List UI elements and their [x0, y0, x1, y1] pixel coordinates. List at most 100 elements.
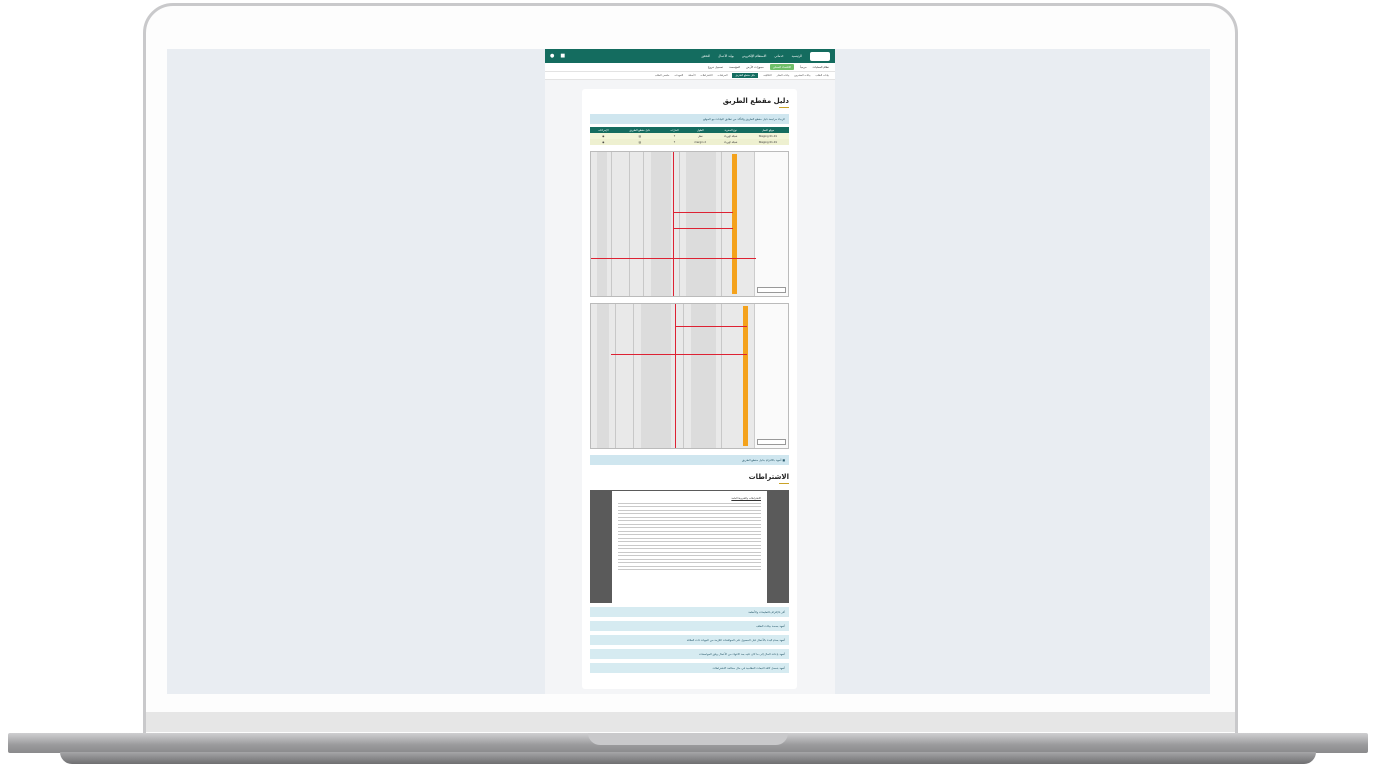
pdf-page: الاشتراطات والشروط العامة — [612, 491, 767, 603]
excavation-strip — [743, 306, 748, 446]
pdf-text-line — [618, 513, 761, 514]
section-title: دليل مقطع الطريق — [722, 97, 789, 105]
pdf-text-line — [618, 537, 761, 539]
road-section-diagram-1 — [590, 151, 789, 297]
nav-item[interactable]: بوابة الأعمال — [718, 54, 734, 58]
tab[interactable]: بيانات العقار — [777, 74, 790, 77]
nav-item[interactable]: الرئيسية — [792, 54, 802, 58]
diagram-legend — [754, 152, 788, 296]
tab[interactable]: التعهدات — [674, 74, 683, 77]
legend-box — [757, 439, 786, 445]
dimension-line — [611, 354, 747, 355]
grid-line — [615, 304, 616, 448]
terms-accordion-item[interactable]: أقر بالإلتزام بالتعليمات والأنظمة — [590, 607, 789, 617]
title-underline — [779, 483, 789, 484]
nav-item[interactable]: خدماتي — [774, 54, 783, 58]
terms-accordion-item[interactable]: أتعهد بإعادة الحال إلى ما كان عليه بعد ا… — [590, 649, 789, 659]
grid-line — [611, 152, 612, 296]
flag-icon[interactable]: ■ — [560, 53, 565, 59]
center-line — [673, 152, 674, 296]
road-table: موقع العمل نوع الحفرية الطول الحارات دلي… — [590, 127, 789, 145]
dimension-line — [673, 212, 733, 213]
pdf-text-line — [618, 541, 761, 542]
table-cell: ٣ — [663, 139, 686, 145]
tab[interactable]: بيانات الطلب — [815, 74, 829, 77]
pdf-text-line — [618, 555, 761, 556]
laptop-notch — [588, 733, 788, 745]
grid-line — [643, 152, 644, 296]
pdf-text-line — [618, 523, 761, 525]
pdf-text-line — [618, 509, 761, 511]
terms-title: الاشتراطات — [748, 473, 789, 481]
grid-line — [629, 152, 630, 296]
diagram-shade — [641, 304, 671, 448]
topbar-icons: ● ■ — [550, 53, 565, 59]
logo — [810, 51, 830, 61]
content-card: دليل مقطع الطريق الرجاء مراجعة دليل مقطع… — [582, 89, 797, 689]
info-banner: الرجاء مراجعة دليل مقطع الطريق والتأكد م… — [590, 114, 789, 124]
tab[interactable]: ملخص الطلب — [655, 74, 669, 77]
excavation-strip — [732, 154, 737, 294]
nav-item[interactable]: التحقق — [701, 54, 710, 58]
road-section-diagram-2 — [590, 303, 789, 449]
terms-accordion-item[interactable]: أتعهد بعدم البدء بالأعمال قبل الحصول على… — [590, 635, 789, 645]
grid-line — [721, 152, 722, 296]
tab[interactable]: المرفقات — [718, 74, 728, 77]
subbar-item[interactable]: المؤسسة — [729, 65, 740, 69]
grid-line — [679, 152, 680, 296]
system-title: نظام العمليات — [812, 65, 829, 69]
tab[interactable]: الأسئلة — [688, 74, 695, 77]
subbar-item[interactable]: حجوزات الأرض — [746, 65, 764, 69]
tab[interactable]: بيانات المشروع — [794, 74, 810, 77]
pdf-text-line — [618, 562, 761, 563]
legend-box — [757, 287, 786, 293]
pdf-text-line — [618, 502, 761, 504]
terms-pdf-viewer[interactable]: الاشتراطات والشروط العامة — [590, 490, 789, 603]
pdf-text-line — [618, 530, 761, 532]
commitment-checkbox-row[interactable]: ■ أتعهد بالالتزام بدليل مقطع الطريق — [590, 455, 789, 465]
pdf-text-line — [618, 527, 761, 528]
title-underline — [779, 107, 789, 108]
top-navbar: الرئيسية خدماتي الاستعلام الإلكتروني بوا… — [545, 49, 835, 63]
diagram-shade — [686, 152, 716, 296]
nav-item[interactable]: الاستعلام الإلكتروني — [742, 54, 766, 58]
tab-active[interactable]: دليل مقطع الطريق — [732, 73, 759, 78]
tab[interactable]: الاشتراطات — [700, 74, 712, 77]
local-economy-button[interactable]: الاقتصاد المحلي — [769, 64, 795, 70]
pdf-heading: الاشتراطات والشروط العامة — [731, 497, 761, 500]
user-icon[interactable]: ● — [550, 53, 554, 59]
document-icon[interactable]: ▤ — [616, 139, 664, 145]
dimension-line — [675, 326, 747, 327]
tab[interactable]: التكاليف — [763, 74, 771, 77]
terms-accordion-item[interactable]: أتعهد بتحمل كافة التبعات النظامية في حال… — [590, 663, 789, 673]
diagram-shade — [597, 304, 609, 448]
pdf-text-line — [618, 558, 761, 560]
dimension-line — [673, 228, 733, 229]
terms-accordion-item[interactable]: أتعهد بصحة بيانات الطلب — [590, 621, 789, 631]
table-row: Staging 01-01 شبكة كهرباء 2 mergin ٣ ▤ ◉ — [590, 139, 789, 145]
table-cell: Staging 01-01 — [746, 139, 789, 145]
pdf-text-line — [618, 516, 761, 518]
table-cell: 2 mergin — [685, 139, 715, 145]
pdf-text-line — [618, 534, 761, 535]
pdf-text-line — [618, 548, 761, 549]
dimension-line — [591, 258, 756, 259]
pdf-text-line — [618, 506, 761, 507]
laptop-chin — [146, 712, 1235, 732]
pdf-text-line — [618, 569, 761, 570]
checkbox-label: أتعهد بالالتزام بدليل مقطع الطريق — [741, 458, 782, 462]
table-cell: شبكة كهرباء — [714, 139, 747, 145]
checkbox-icon[interactable]: ■ — [782, 458, 785, 462]
diagram-shade — [597, 152, 607, 296]
screen: الرئيسية خدماتي الاستعلام الإلكتروني بوا… — [167, 49, 1210, 694]
sub-header: نظام العمليات مرحباً الاقتصاد المحلي حجو… — [545, 63, 835, 72]
welcome-text: مرحباً — [800, 65, 807, 69]
pdf-text-line — [618, 544, 761, 546]
app-window: الرئيسية خدماتي الاستعلام الإلكتروني بوا… — [545, 49, 835, 694]
pdf-text-line — [618, 551, 761, 553]
view-icon[interactable]: ◉ — [590, 139, 617, 145]
pdf-text-line — [618, 565, 761, 567]
subbar-item[interactable]: تسجيل خروج — [708, 65, 723, 69]
pdf-text-line — [618, 520, 761, 521]
grid-line — [633, 304, 634, 448]
